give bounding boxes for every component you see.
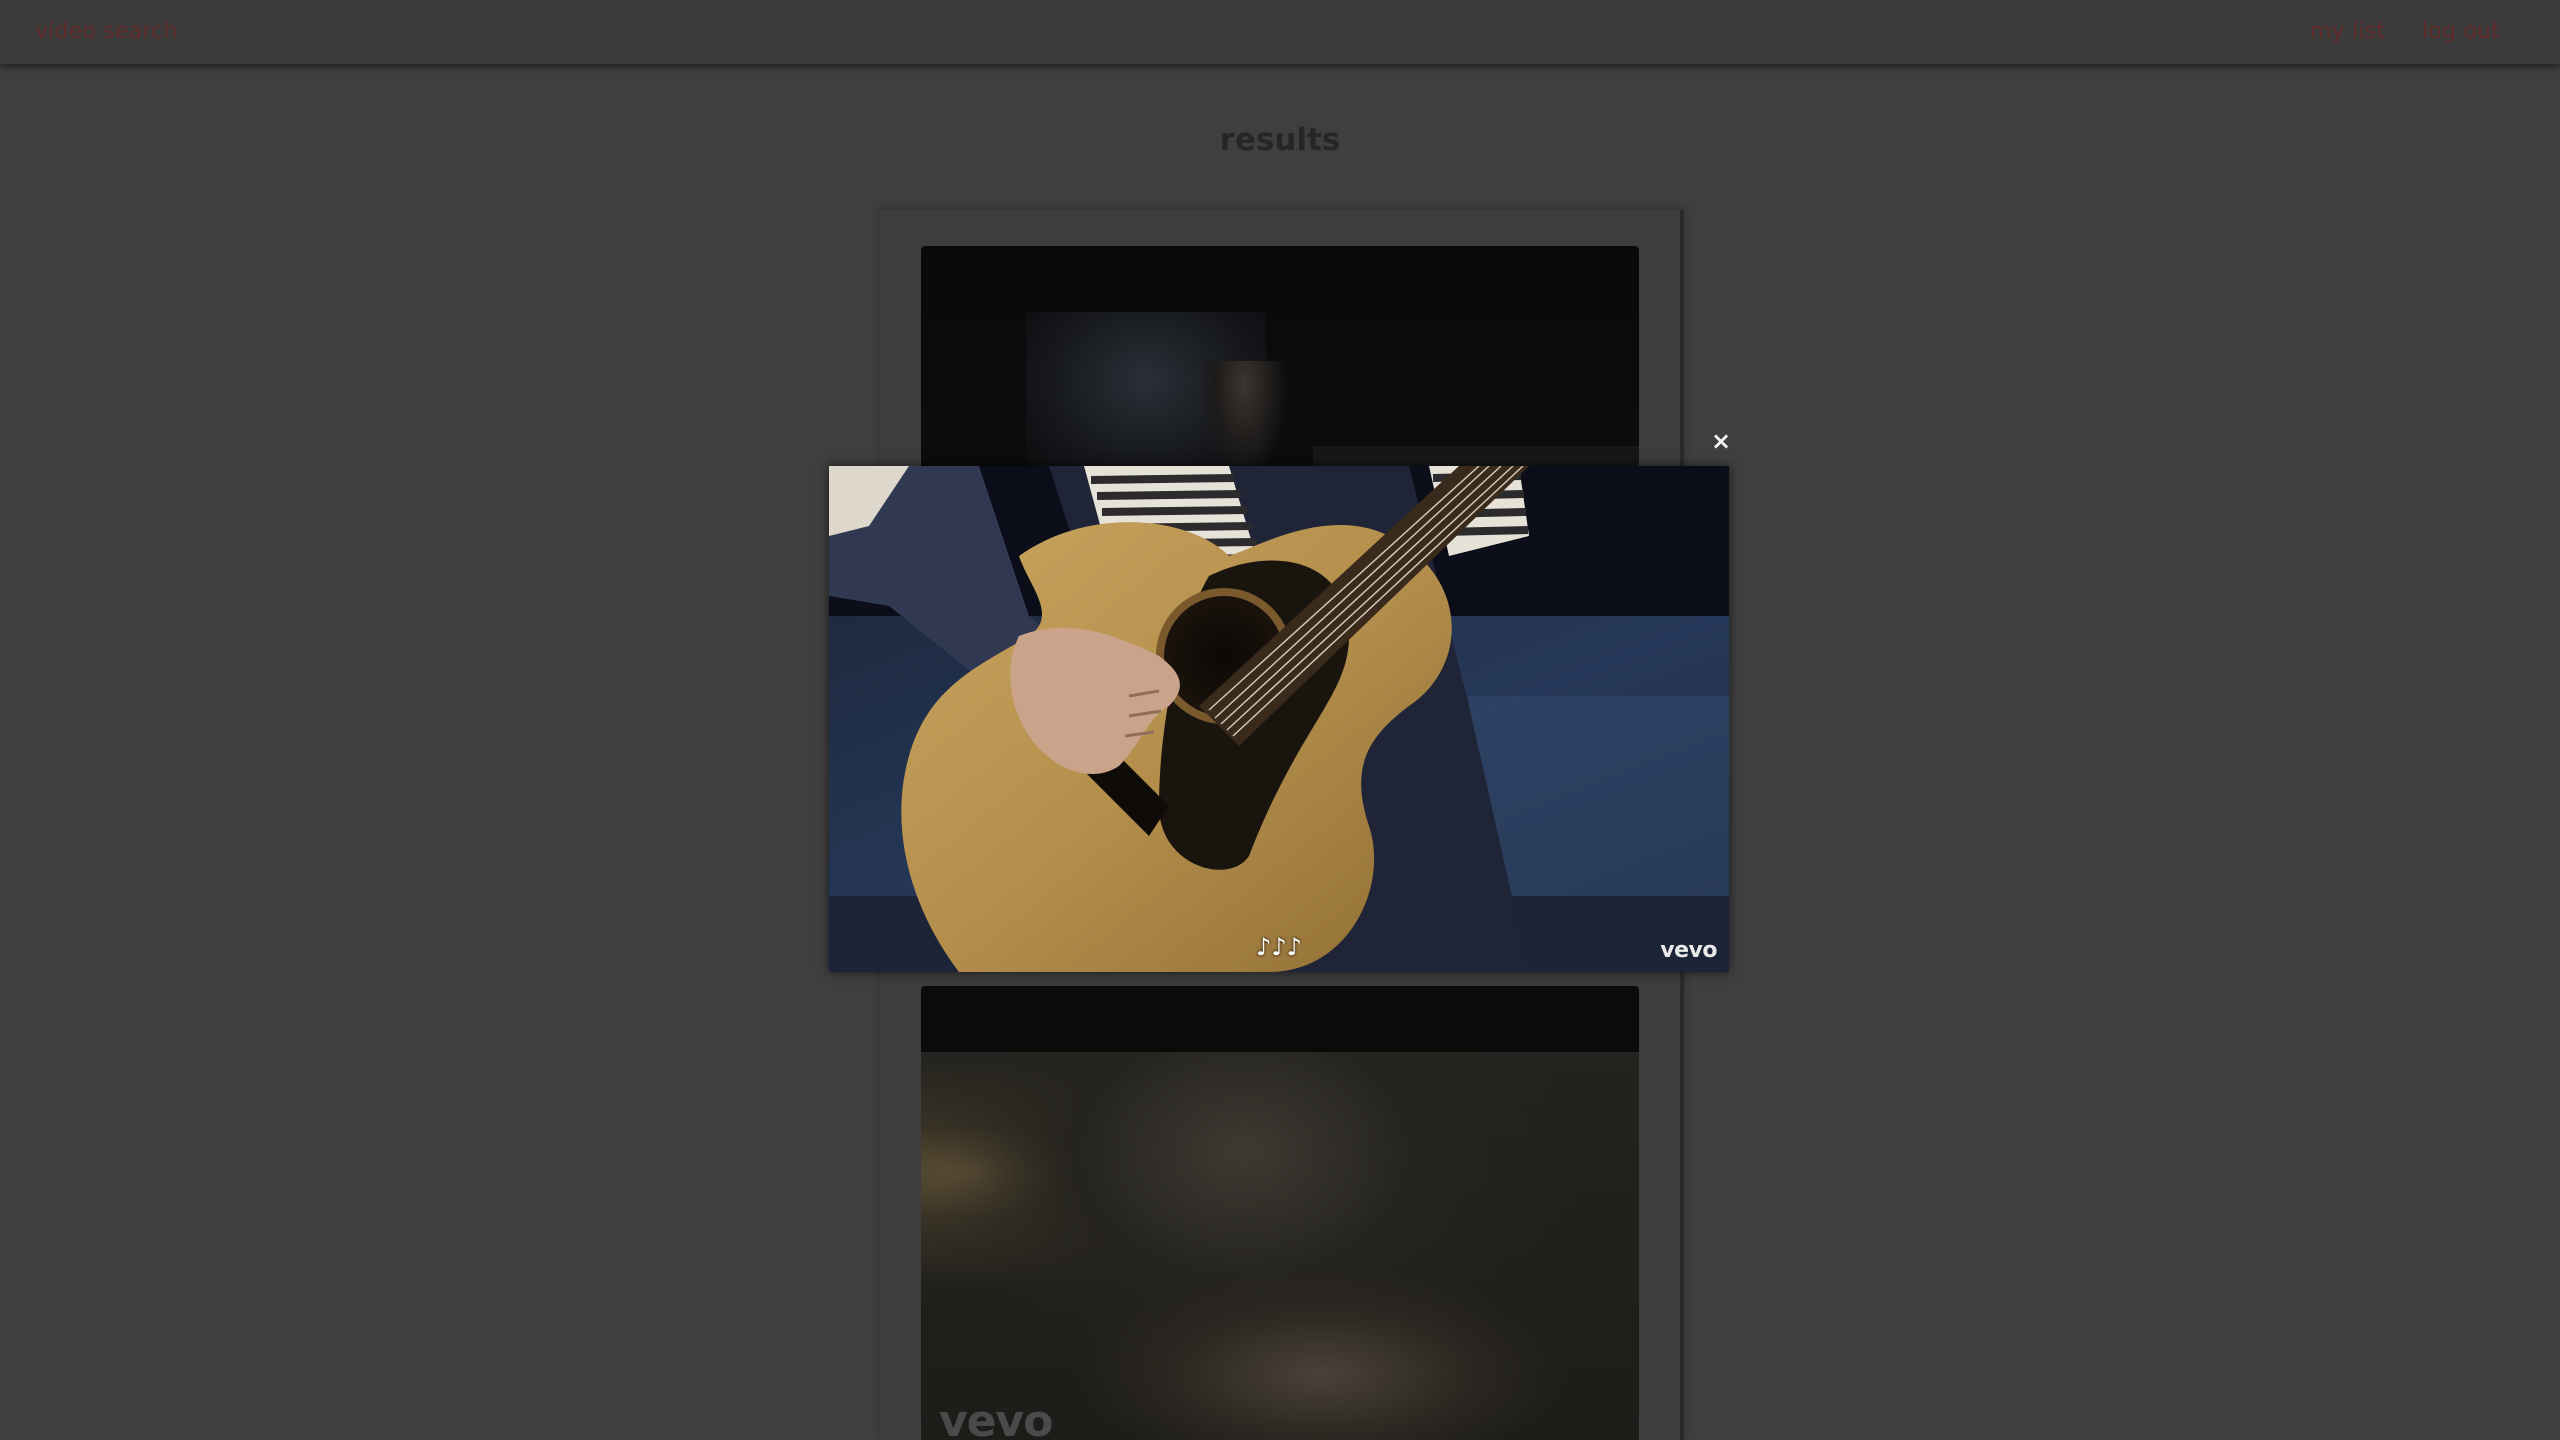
- video-captions: ♪♪♪: [1256, 933, 1302, 961]
- result-video-thumbnail[interactable]: [921, 246, 1639, 476]
- page: video search my list log out results vev…: [0, 0, 2560, 1440]
- result-video-thumbnail[interactable]: vevo: [921, 986, 1639, 1440]
- thumbnail-figure: [1199, 361, 1289, 476]
- top-navbar: video search my list log out: [0, 0, 2560, 64]
- video-player[interactable]: ♪♪♪ vevo: [829, 466, 1729, 972]
- vevo-watermark: vevo: [1660, 938, 1717, 963]
- my-list-link[interactable]: my list: [2310, 0, 2385, 64]
- vevo-watermark: vevo: [939, 1396, 1053, 1440]
- page-title: results: [1219, 122, 1341, 158]
- video-frame: [829, 466, 1729, 972]
- brand-link[interactable]: video search: [35, 0, 178, 64]
- log-out-link[interactable]: log out: [2422, 0, 2500, 64]
- close-icon[interactable]: ×: [1708, 428, 1734, 454]
- thumbnail-figure: [1071, 1266, 1571, 1440]
